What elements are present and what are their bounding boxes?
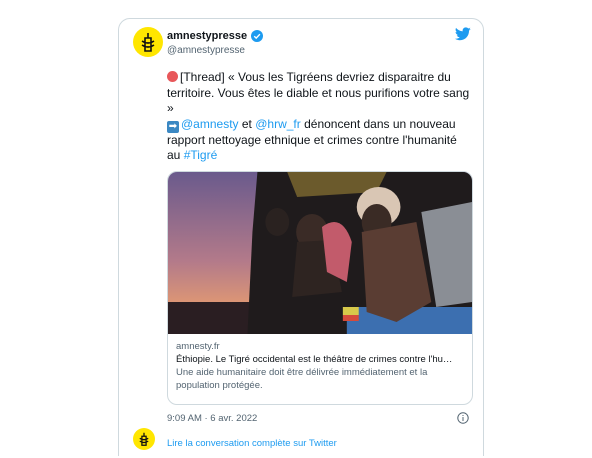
link-description: Une aide humanitaire doit être délivrée … [176, 367, 428, 391]
article-photo [168, 172, 472, 334]
read-conversation-link[interactable]: Lire la conversation complète sur Twitte… [167, 438, 337, 449]
link-headline: Éthiopie. Le Tigré occidental est le thé… [176, 354, 453, 365]
mention-amnesty[interactable]: @amnesty [181, 117, 239, 131]
display-name[interactable]: amnestypresse [167, 30, 247, 42]
avatar[interactable] [133, 27, 163, 57]
tweet-text: [Thread] « Vous les Tigréens devriez dis… [167, 70, 473, 164]
tweet-line-2: ➡ @amnesty et @hrw_fr dénoncent dans un n… [167, 117, 473, 164]
connector-text: et [238, 116, 256, 131]
author-name-row[interactable]: amnestypresse [167, 30, 264, 42]
tweet-timestamp[interactable]: 9:09 AM · 6 avr. 2022 [167, 413, 257, 424]
right-arrow-icon: ➡ [167, 120, 179, 133]
user-handle[interactable]: @amnestypresse [167, 45, 245, 56]
verified-badge-icon [251, 30, 264, 42]
info-icon[interactable] [457, 412, 469, 424]
tweet-line-1: [Thread] « Vous les Tigréens devriez dis… [167, 70, 473, 117]
link-domain: amnesty.fr [176, 341, 220, 352]
twitter-bird-icon[interactable] [455, 27, 471, 41]
red-circle-icon [167, 71, 178, 82]
tweet-card: amnestypresse @amnestypresse [Thread] « … [118, 18, 484, 456]
amnesty-candle-icon [139, 432, 149, 446]
mention-hrw[interactable]: @hrw_fr [255, 117, 301, 131]
amnesty-candle-icon [141, 33, 155, 52]
link-preview-card[interactable]: amnesty.fr Éthiopie. Le Tigré occidental… [167, 171, 473, 405]
tweet-thread-quote: [Thread] « Vous les Tigréens devriez dis… [167, 70, 470, 115]
hashtag-tigre[interactable]: #Tigré [184, 148, 218, 162]
link-preview-meta: amnesty.fr Éthiopie. Le Tigré occidental… [168, 334, 472, 392]
footer-avatar[interactable] [133, 428, 155, 450]
